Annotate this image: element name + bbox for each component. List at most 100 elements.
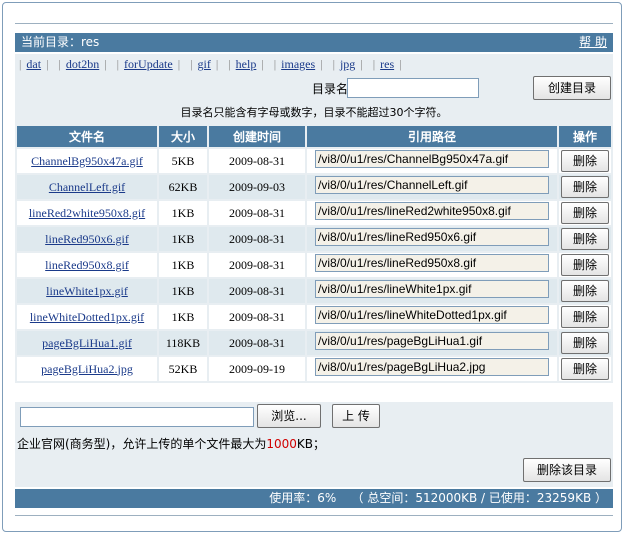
- help-link[interactable]: 帮 助: [579, 33, 607, 52]
- delete-file-button[interactable]: 删除: [561, 176, 609, 198]
- delete-file-button[interactable]: 删除: [561, 332, 609, 354]
- file-path-cell: /vi8/0/u1/res/pageBgLiHua2.jpg: [307, 357, 557, 381]
- delete-file-button[interactable]: 删除: [561, 202, 609, 224]
- subdir-link-dot2bn[interactable]: dot2bn: [66, 57, 99, 71]
- file-name-link[interactable]: lineWhiteDotted1px.gif: [30, 310, 144, 324]
- file-name-cell: lineRed950x8.gif: [17, 253, 157, 277]
- file-name-link[interactable]: lineRed950x6.gif: [45, 232, 129, 246]
- file-action-cell: 删除: [559, 227, 611, 251]
- subdir-link-dat[interactable]: dat: [26, 57, 41, 71]
- file-date-cell: 2009-08-31: [209, 201, 305, 225]
- current-directory-label: 当前目录：res: [21, 35, 100, 49]
- bottom-divider: [15, 515, 613, 516]
- file-date-cell: 2009-08-31: [209, 253, 305, 277]
- delete-file-button[interactable]: 删除: [561, 280, 609, 302]
- file-name-link[interactable]: lineWhite1px.gif: [46, 284, 128, 298]
- directory-name-hint: 目录名只能含有字母或数字，目录不能超过30个字符。: [180, 106, 448, 119]
- file-path-field[interactable]: /vi8/0/u1/res/ChannelLeft.gif: [315, 176, 549, 194]
- delete-file-button[interactable]: 删除: [561, 306, 609, 328]
- file-date-cell: 2009-08-31: [209, 331, 305, 355]
- file-path-cell: /vi8/0/u1/res/lineRed2white950x8.gif: [307, 201, 557, 225]
- file-path-cell: /vi8/0/u1/res/ChannelLeft.gif: [307, 175, 557, 199]
- column-header-path: 引用路径: [307, 126, 557, 147]
- file-path-cell: /vi8/0/u1/res/ChannelBg950x47a.gif: [307, 149, 557, 173]
- file-name-cell: lineRed2white950x8.gif: [17, 201, 157, 225]
- create-directory-panel: 目录名： 创建目录 目录名只能含有字母或数字，目录不能超过30个字符。: [15, 74, 613, 124]
- file-name-link[interactable]: lineRed2white950x8.gif: [29, 206, 145, 220]
- subdir-separator: |: [19, 57, 22, 71]
- column-header-size: 大小: [159, 126, 207, 147]
- subdir-separator: |: [332, 57, 335, 71]
- subdir-separator: |: [190, 57, 193, 71]
- delete-file-button[interactable]: 删除: [561, 358, 609, 380]
- file-name-link[interactable]: ChannelBg950x47a.gif: [31, 154, 143, 168]
- usage-text: 使用率：6% （ 总空间：512000KB / 已使用：23259KB ）: [269, 491, 607, 505]
- file-size-cell: 1KB: [159, 201, 207, 225]
- table-header-row: 文件名 大小 创建时间 引用路径 操作: [17, 126, 611, 147]
- file-path-field[interactable]: /vi8/0/u1/res/pageBgLiHua2.jpg: [315, 358, 549, 376]
- column-header-filename: 文件名: [17, 126, 157, 147]
- subdir-separator: |: [177, 57, 181, 71]
- subdir-link-jpg[interactable]: jpg: [340, 57, 355, 71]
- file-name-cell: lineWhiteDotted1px.gif: [17, 305, 157, 329]
- file-path-field[interactable]: /vi8/0/u1/res/lineRed950x6.gif: [315, 228, 549, 246]
- subdir-link-help[interactable]: help: [236, 57, 257, 71]
- file-size-cell: 52KB: [159, 357, 207, 381]
- upload-panel: 浏览... 上 传 企业官网(商务型)，允许上传的单个文件最大为1000KB； …: [15, 402, 613, 487]
- subdir-link-images[interactable]: images: [281, 57, 315, 71]
- file-name-link[interactable]: ChannelLeft.gif: [49, 180, 125, 194]
- file-name-cell: ChannelLeft.gif: [17, 175, 157, 199]
- file-name-link[interactable]: lineRed950x8.gif: [45, 258, 129, 272]
- upload-file-input[interactable]: [20, 407, 254, 427]
- subdir-separator: |: [261, 57, 264, 71]
- subdir-separator: |: [273, 57, 277, 71]
- top-divider: [15, 23, 613, 24]
- subdir-separator: |: [46, 57, 49, 71]
- browse-button[interactable]: 浏览...: [257, 404, 321, 428]
- file-path-cell: /vi8/0/u1/res/lineRed950x8.gif: [307, 253, 557, 277]
- delete-file-button[interactable]: 删除: [561, 150, 609, 172]
- file-path-field[interactable]: /vi8/0/u1/res/lineWhite1px.gif: [315, 280, 549, 298]
- subdir-separator: |: [116, 57, 120, 71]
- file-name-link[interactable]: pageBgLiHua1.gif: [42, 336, 132, 350]
- subdir-separator: |: [215, 57, 219, 71]
- header-bar: 当前目录：res 帮 助: [15, 33, 613, 52]
- subdir-separator: |: [104, 57, 107, 71]
- table-row: lineRed950x6.gif 1KB 2009-08-31/vi8/0/u1/r…: [17, 227, 611, 251]
- file-path-field[interactable]: /vi8/0/u1/res/pageBgLiHua1.gif: [315, 332, 549, 350]
- delete-directory-button[interactable]: 删除该目录: [523, 458, 611, 482]
- file-size-cell: 62KB: [159, 175, 207, 199]
- subdir-separator: |: [360, 57, 363, 71]
- file-path-field[interactable]: /vi8/0/u1/res/lineWhiteDotted1px.gif: [315, 306, 549, 324]
- file-action-cell: 删除: [559, 149, 611, 173]
- directory-name-input[interactable]: [347, 78, 479, 98]
- file-name-link[interactable]: pageBgLiHua2.jpg: [41, 362, 133, 376]
- upload-button[interactable]: 上 传: [332, 404, 380, 428]
- file-name-cell: ChannelBg950x47a.gif: [17, 149, 157, 173]
- file-size-cell: 5KB: [159, 149, 207, 173]
- subdirectory-list: | dat | | dot2bn | | forUpdate | | gif | | help | | imag…: [15, 54, 613, 74]
- file-path-cell: /vi8/0/u1/res/lineWhiteDotted1px.gif: [307, 305, 557, 329]
- file-path-field[interactable]: /vi8/0/u1/res/lineRed950x8.gif: [315, 254, 549, 272]
- file-path-field[interactable]: /vi8/0/u1/res/ChannelBg950x47a.gif: [315, 150, 549, 168]
- file-size-cell: 1KB: [159, 253, 207, 277]
- delete-file-button[interactable]: 删除: [561, 254, 609, 276]
- file-path-field[interactable]: /vi8/0/u1/res/lineRed2white950x8.gif: [315, 202, 549, 220]
- table-row: pageBgLiHua2.jpg 52KB 2009-09-19/vi8/0/u1/…: [17, 357, 611, 381]
- subdir-separator: |: [320, 57, 323, 71]
- file-path-cell: /vi8/0/u1/res/pageBgLiHua1.gif: [307, 331, 557, 355]
- upload-size-limit: 1000: [266, 437, 297, 451]
- file-name-cell: pageBgLiHua2.jpg: [17, 357, 157, 381]
- file-date-cell: 2009-08-31: [209, 149, 305, 173]
- subdir-link-gif[interactable]: gif: [198, 57, 211, 71]
- file-name-cell: lineWhite1px.gif: [17, 279, 157, 303]
- create-directory-button[interactable]: 创建目录: [533, 76, 611, 100]
- file-name-cell: lineRed950x6.gif: [17, 227, 157, 251]
- file-action-cell: 删除: [559, 253, 611, 277]
- subdir-link-res[interactable]: res: [380, 57, 394, 71]
- file-size-cell: 1KB: [159, 227, 207, 251]
- file-date-cell: 2009-08-31: [209, 279, 305, 303]
- delete-file-button[interactable]: 删除: [561, 228, 609, 250]
- file-manager-window: 当前目录：res 帮 助 | dat | | dot2bn | | forUpdate | | gi…: [2, 2, 622, 532]
- subdir-link-forupdate[interactable]: forUpdate: [124, 57, 173, 71]
